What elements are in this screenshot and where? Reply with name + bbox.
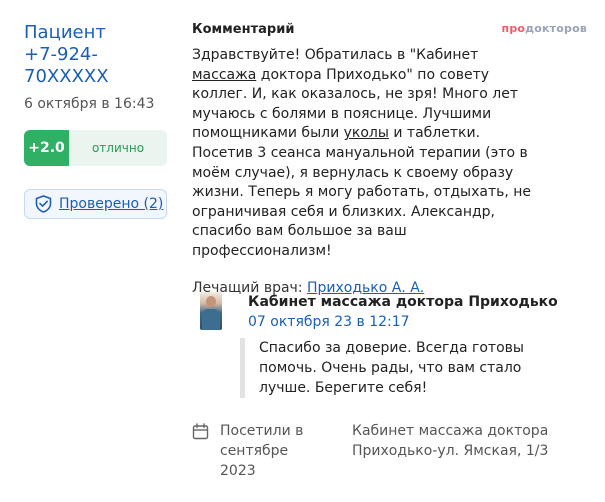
review-date: 6 октября в 16:43: [24, 96, 155, 112]
keyword-link-injections[interactable]: уколы: [344, 125, 389, 141]
patient-name: Пациент: [24, 22, 106, 43]
shield-icon: [35, 195, 52, 213]
verified-link[interactable]: Проверено (2): [59, 196, 163, 212]
verified-badge[interactable]: Проверено (2): [24, 189, 167, 219]
keyword-link-massage[interactable]: массажа: [192, 67, 256, 83]
visit-date: Посетили в сентябре 2023: [220, 423, 304, 479]
clinic-address: Кабинет массажа доктора Приходько-ул. Ям…: [352, 423, 549, 459]
comment-text: Здравствуйте! Обратилась в "Кабинет масс…: [192, 47, 532, 259]
prodoctorov-logo: продокторов: [501, 22, 587, 35]
reply-author: Кабинет массажа доктора Приходько: [248, 294, 558, 310]
review-sidebar: Пациент +7-924-70XXXXX 6 октября в 16:43…: [24, 22, 174, 219]
avatar: [200, 292, 222, 330]
review-main: Комментарий продокторов Здравствуйте! Об…: [192, 22, 587, 398]
rating-label: отлично: [91, 141, 145, 155]
rating-score: +2.0: [24, 130, 69, 166]
reply-date: 07 октября 23 в 12:17: [248, 314, 410, 330]
calendar-icon: [192, 423, 209, 440]
rating-badge: +2.0 отлично: [24, 130, 167, 166]
reply-text: Спасибо за доверие. Всегда готовы помочь…: [240, 338, 550, 398]
patient-phone[interactable]: +7-924-70XXXXX: [24, 44, 174, 88]
